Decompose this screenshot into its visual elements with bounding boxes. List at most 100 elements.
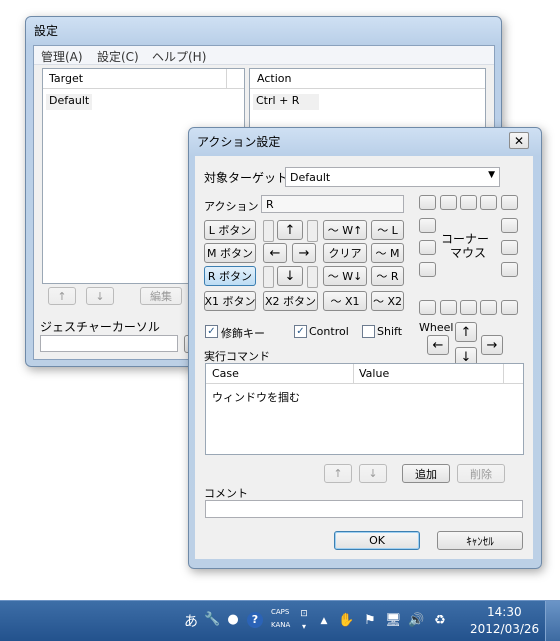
menu-manage[interactable]: 管理(A) xyxy=(41,48,83,65)
corner-tl[interactable] xyxy=(419,195,436,210)
arrow-down-button[interactable]: ↓ xyxy=(277,266,303,286)
corner-right-3[interactable] xyxy=(501,262,518,277)
app-tray-icon[interactable]: ✋ xyxy=(338,613,354,629)
corner-bl[interactable] xyxy=(419,300,436,315)
tilde-x1-button[interactable]: ～ X1 xyxy=(323,291,367,311)
security-shield-icon[interactable]: ♻ xyxy=(432,613,448,629)
arrow-up-button[interactable]: ↑ xyxy=(277,220,303,240)
ime-dropdown-icon[interactable]: ▾ xyxy=(296,619,312,635)
wheel-down-button[interactable]: ～ W↓ xyxy=(323,266,367,286)
corner-left-1[interactable] xyxy=(419,218,436,233)
target-row-default[interactable]: Default xyxy=(46,94,92,110)
cancel-button[interactable]: ｷｬﾝｾﾙ xyxy=(437,531,523,550)
dialog-title: アクション設定 xyxy=(197,135,281,149)
target-label: 対象ターゲット xyxy=(204,171,289,185)
slot xyxy=(307,266,318,288)
tilde-l-button[interactable]: ～ L xyxy=(371,220,404,240)
control-label: Control xyxy=(309,325,349,338)
corner-right-1[interactable] xyxy=(501,218,518,233)
clear-button[interactable]: クリア xyxy=(323,243,367,263)
menu-settings[interactable]: 設定(C) xyxy=(97,48,139,65)
delete-button[interactable]: 削除 xyxy=(457,464,505,483)
control-checkbox[interactable]: ✓ xyxy=(294,325,307,338)
corner-label-line2: マウス xyxy=(450,246,487,260)
x1-button[interactable]: X1 ボタン xyxy=(204,291,256,311)
dropdown-arrow-icon: ▼ xyxy=(488,170,495,180)
wrench-icon[interactable]: 🔧 xyxy=(204,612,220,628)
exec-command-label: 実行コマンド xyxy=(204,350,270,363)
tilde-x2-button[interactable]: ～ X2 xyxy=(371,291,404,311)
m-button[interactable]: M ボタン xyxy=(204,243,256,263)
target-select[interactable]: Default ▼ xyxy=(285,167,500,187)
corner-bottom-3[interactable] xyxy=(480,300,497,315)
l-button[interactable]: L ボタン xyxy=(204,220,256,240)
show-hidden-icons-icon[interactable]: ▲ xyxy=(316,613,332,629)
clock-date[interactable]: 2012/03/26 xyxy=(470,622,539,636)
show-desktop-button[interactable] xyxy=(545,601,560,641)
shift-checkbox[interactable] xyxy=(362,325,375,338)
wheel-up-arrow[interactable]: ↑ xyxy=(455,322,477,342)
move-up-button[interactable]: ↑ xyxy=(48,287,76,305)
corner-top-3[interactable] xyxy=(480,195,497,210)
slot xyxy=(263,220,274,242)
dialog-client: 対象ターゲット Default ▼ アクション R L ボタン M ボタン R … xyxy=(195,156,533,559)
action-center-flag-icon[interactable]: ⚑ xyxy=(362,613,378,629)
help-icon[interactable]: ? xyxy=(247,612,263,628)
command-table[interactable]: Case Value ウィンドウを掴む xyxy=(205,363,524,455)
close-icon[interactable]: ✕ xyxy=(509,132,529,149)
wheel-label: Wheel xyxy=(419,321,454,334)
move-down-button[interactable]: ↓ xyxy=(86,287,114,305)
network-icon[interactable]: 🖥 xyxy=(385,613,402,629)
modifier-key-checkbox[interactable]: ✓ xyxy=(205,325,218,338)
edit-button[interactable]: 編集 xyxy=(140,287,182,305)
wheel-right-arrow[interactable]: → xyxy=(481,335,503,355)
value-column-header[interactable]: Value xyxy=(359,367,389,380)
corner-bottom-1[interactable] xyxy=(440,300,457,315)
modifier-key-label: 修飾キー xyxy=(221,327,265,340)
slot xyxy=(263,266,274,288)
arrow-right-button[interactable]: → xyxy=(292,243,316,263)
menu-bar: 管理(A) 設定(C) ヘルプ(H) xyxy=(34,46,494,65)
ime-pad-icon[interactable]: ● xyxy=(225,612,241,628)
corner-left-3[interactable] xyxy=(419,262,436,277)
corner-top-1[interactable] xyxy=(440,195,457,210)
corner-top-2[interactable] xyxy=(460,195,477,210)
corner-tr[interactable] xyxy=(501,195,518,210)
command-down-button[interactable]: ↓ xyxy=(359,464,387,483)
action-label: アクション xyxy=(204,200,259,213)
corner-left-2[interactable] xyxy=(419,240,436,255)
wheel-up-button[interactable]: ～ W↑ xyxy=(323,220,367,240)
add-button[interactable]: 追加 xyxy=(402,464,450,483)
action-row[interactable]: Ctrl + R xyxy=(253,94,319,110)
tilde-r-button[interactable]: ～ R xyxy=(371,266,404,286)
case-column-header[interactable]: Case xyxy=(212,367,239,380)
comment-field[interactable] xyxy=(205,500,523,518)
clock-time[interactable]: 14:30 xyxy=(487,605,522,619)
x2-button[interactable]: X2 ボタン xyxy=(263,291,318,311)
window-title: 設定 xyxy=(34,24,59,38)
gesture-cursor-label: ジェスチャーカーソル xyxy=(40,320,160,334)
wheel-left-arrow[interactable]: ← xyxy=(427,335,449,355)
volume-icon[interactable]: 🔊 xyxy=(408,613,424,629)
caps-indicator: CAPS xyxy=(271,608,290,616)
r-button[interactable]: R ボタン xyxy=(204,266,256,286)
action-settings-dialog: アクション設定 ✕ 対象ターゲット Default ▼ アクション R L ボタ… xyxy=(188,127,542,569)
comment-label: コメント xyxy=(204,487,248,500)
ime-mode-indicator[interactable]: あ xyxy=(184,611,198,631)
menu-help[interactable]: ヘルプ(H) xyxy=(152,48,206,65)
corner-br[interactable] xyxy=(501,300,518,315)
arrow-left-button[interactable]: ← xyxy=(263,243,287,263)
corner-right-2[interactable] xyxy=(501,240,518,255)
action-field[interactable]: R xyxy=(261,195,404,213)
gesture-cursor-field[interactable] xyxy=(40,335,178,352)
action-column-header[interactable]: Action xyxy=(257,72,291,85)
shift-label: Shift xyxy=(377,325,403,338)
tilde-m-button[interactable]: ～ M xyxy=(371,243,404,263)
kana-indicator: KANA xyxy=(271,621,291,629)
corner-bottom-2[interactable] xyxy=(460,300,477,315)
taskbar: あ 🔧 ● ? CAPS KANA ⊡ ▾ ▲ ✋ ⚑ 🖥 🔊 ♻ 14:30 … xyxy=(0,600,560,641)
table-row[interactable]: ウィンドウを掴む xyxy=(212,389,300,405)
command-up-button[interactable]: ↑ xyxy=(324,464,352,483)
target-column-header[interactable]: Target xyxy=(49,72,83,85)
ok-button[interactable]: OK xyxy=(334,531,420,550)
